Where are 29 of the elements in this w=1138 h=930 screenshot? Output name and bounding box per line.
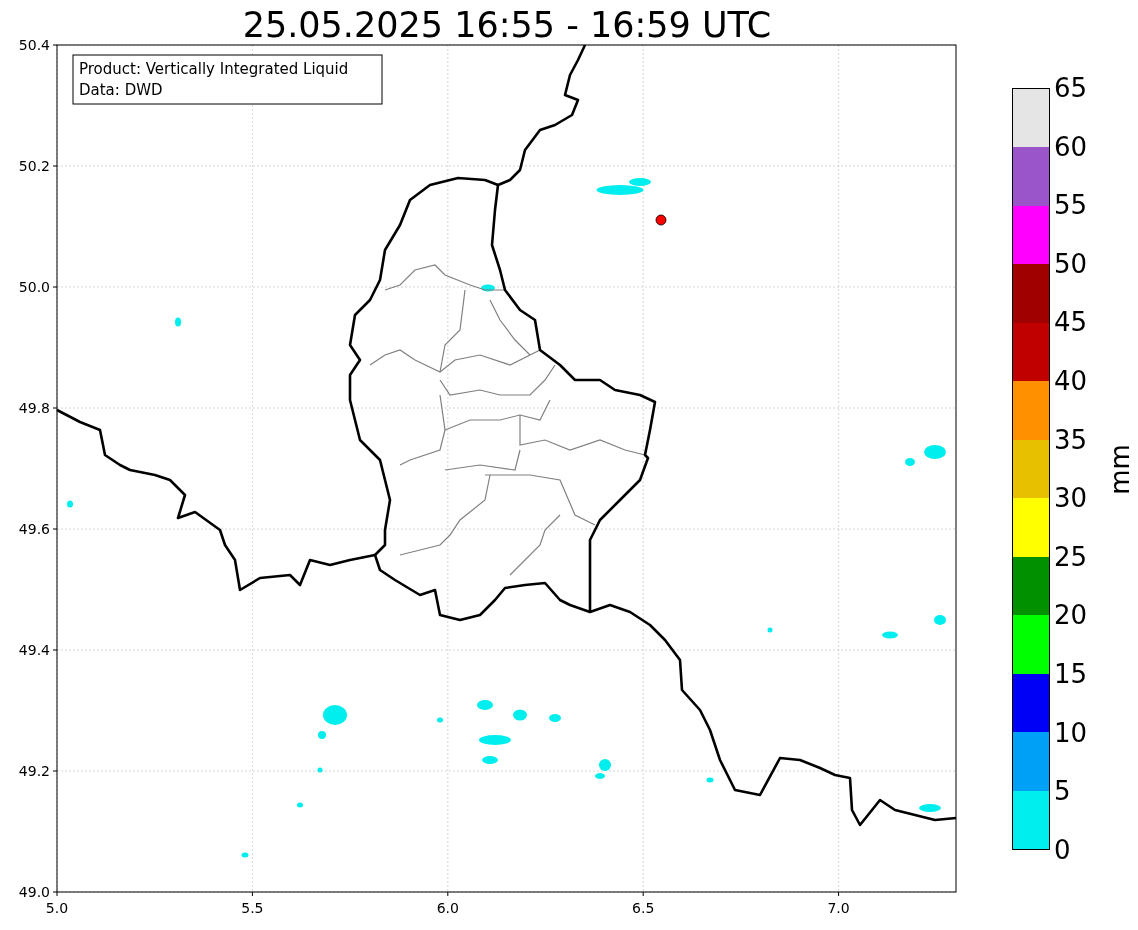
x-axis-tick: 7.0 (827, 891, 850, 916)
x-axis-tick: 6.5 (632, 891, 655, 916)
colorbar-tick-label: 40 (1054, 367, 1088, 396)
y-axis-tick: 49.4 (18, 642, 58, 658)
colorbar-tick-label: 65 (1054, 74, 1088, 102)
colorbar-tick-label: 50 (1054, 249, 1088, 278)
colorbar-tick-label: 5 (1054, 777, 1072, 806)
colorbar-tick-label: 45 (1054, 308, 1088, 337)
colorbar-tick-label: 60 (1054, 132, 1088, 161)
colorbar-label: mm (1103, 443, 1136, 495)
y-axis-tick: 49.6 (18, 521, 58, 537)
colorbar-tick-label: 15 (1054, 660, 1088, 689)
colorbar-tick-label: 55 (1054, 191, 1088, 220)
map-title: 25.05.2025 16:55 - 16:59 UTC (242, 5, 772, 45)
info-box: Product: Vertically Integrated Liquid Data: DWD (72, 54, 383, 105)
colorbar-tick-label: 0 (1054, 835, 1072, 864)
y-axis-tick: 50.4 (18, 37, 58, 53)
colorbar-tick-label: 30 (1054, 484, 1088, 513)
x-axis-tick: 6.0 (436, 891, 459, 916)
y-axis-tick: 49.8 (18, 400, 58, 416)
colorbar-tick-label: 20 (1054, 601, 1088, 630)
y-axis-tick: 50.0 (18, 279, 58, 295)
colorbar-tick-label: 10 (1054, 718, 1088, 747)
y-axis-tick: 49.2 (18, 763, 58, 779)
colorbar-tick-label: 35 (1054, 425, 1088, 454)
x-axis-tick: 5.5 (241, 891, 264, 916)
location-marker-icon (655, 214, 667, 226)
colorbar-tick-label: 25 (1054, 542, 1088, 571)
y-axis-tick: 50.2 (18, 158, 58, 174)
